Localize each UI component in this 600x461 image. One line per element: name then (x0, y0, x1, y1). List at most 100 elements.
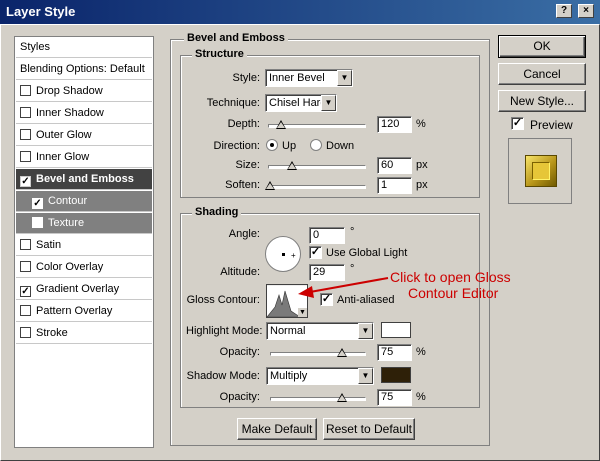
preview-swatch-inner (532, 162, 550, 180)
shadow-opacity-thumb[interactable] (336, 393, 347, 402)
depth-slider-thumb[interactable] (275, 120, 286, 129)
ok-button[interactable]: OK (498, 35, 586, 58)
style-item-label: Stroke (36, 327, 68, 339)
checkbox[interactable] (20, 327, 31, 338)
make-default-button[interactable]: Make Default (237, 418, 317, 440)
highlight-opacity-label: Opacity: (219, 346, 260, 358)
soften-unit: px (416, 179, 428, 191)
style-item-inner-glow[interactable]: Inner Glow (16, 147, 152, 168)
size-slider-thumb[interactable] (287, 161, 298, 170)
window-title: Layer Style (6, 4, 76, 19)
depth-slider[interactable] (268, 120, 366, 129)
style-item-label: Outer Glow (36, 129, 92, 141)
style-select[interactable]: Inner Bevel ▼ (265, 69, 353, 87)
checkbox[interactable] (20, 151, 31, 162)
shadow-mode-select[interactable]: Multiply ▼ (266, 367, 374, 385)
checkbox[interactable] (20, 305, 31, 316)
crosshair-icon: + (291, 251, 296, 260)
size-slider[interactable] (268, 161, 366, 170)
new-style-button[interactable]: New Style... (498, 90, 586, 112)
direction-down-label: Down (326, 140, 355, 152)
style-item-label: Pattern Overlay (36, 305, 113, 317)
style-item-outer-glow[interactable]: Outer Glow (16, 125, 152, 146)
style-item-pattern-overlay[interactable]: Pattern Overlay (16, 301, 152, 322)
direction-up-radio[interactable] (266, 139, 278, 151)
style-item-contour[interactable]: ✓ Contour (16, 191, 152, 212)
global-light-checkbox[interactable]: ✓ (309, 246, 322, 259)
shadow-opacity-input[interactable]: 75 (377, 389, 412, 406)
style-item-color-overlay[interactable]: Color Overlay (16, 257, 152, 278)
size-input[interactable]: 60 (377, 157, 412, 174)
soften-slider-thumb[interactable] (264, 181, 275, 190)
size-unit: px (416, 159, 428, 171)
checkbox[interactable]: ✓ (20, 176, 31, 187)
style-item-label: Drop Shadow (36, 85, 103, 97)
highlight-opacity-input[interactable]: 75 (377, 344, 412, 361)
checkbox[interactable] (20, 239, 31, 250)
style-item-texture[interactable]: Texture (16, 213, 152, 234)
shadow-opacity-unit: % (416, 391, 426, 403)
style-item-stroke[interactable]: Stroke (16, 323, 152, 344)
soften-slider[interactable] (264, 181, 366, 190)
checkbox[interactable]: ✓ (32, 198, 43, 209)
style-item-satin[interactable]: Satin (16, 235, 152, 256)
angle-input[interactable]: 0 (309, 227, 345, 244)
direction-down-radio[interactable] (310, 139, 322, 151)
annotation-line2: Contour Editor (408, 285, 499, 301)
technique-select-value: Chisel Hard (269, 97, 327, 109)
style-item-label: Gradient Overlay (36, 283, 120, 295)
highlight-opacity-thumb[interactable] (336, 348, 347, 357)
style-select-value: Inner Bevel (269, 72, 325, 84)
angle-dial-center (282, 253, 285, 256)
depth-unit: % (416, 118, 426, 130)
direction-up-label: Up (282, 140, 297, 152)
style-item-drop-shadow[interactable]: Drop Shadow (16, 81, 152, 102)
highlight-color-swatch[interactable] (381, 322, 411, 338)
shadow-mode-value: Multiply (270, 370, 308, 382)
style-item-label: Satin (36, 239, 62, 251)
chevron-down-icon: ▼ (321, 95, 336, 111)
style-item-label: Inner Glow (36, 151, 90, 163)
annotation-line1: Click to open Gloss (390, 269, 511, 285)
highlight-mode-value: Normal (270, 325, 306, 337)
cancel-button[interactable]: Cancel (498, 63, 586, 85)
highlight-mode-label: Highlight Mode: (186, 325, 263, 337)
technique-label: Technique: (206, 97, 260, 109)
style-item-gradient-overlay[interactable]: ✓ Gradient Overlay (16, 279, 152, 300)
title-bar: Layer Style ? × (0, 0, 600, 24)
highlight-mode-select[interactable]: Normal ▼ (266, 322, 374, 340)
preview-label: Preview (530, 118, 573, 132)
checkbox[interactable] (20, 107, 31, 118)
structure-title: Structure (192, 48, 247, 60)
technique-select[interactable]: Chisel Hard ▼ (265, 94, 337, 112)
shadow-color-swatch[interactable] (381, 367, 411, 383)
highlight-opacity-slider[interactable] (270, 348, 366, 357)
checkbox[interactable] (20, 261, 31, 272)
style-item-bevel-emboss[interactable]: ✓ Bevel and Emboss (16, 169, 152, 190)
preview-checkbox[interactable]: ✓ (511, 117, 524, 130)
checkbox[interactable]: ✓ (20, 286, 31, 297)
soften-input[interactable]: 1 (377, 177, 412, 194)
help-button[interactable]: ? (556, 4, 572, 18)
reset-default-button[interactable]: Reset to Default (323, 418, 415, 440)
close-button[interactable]: × (578, 4, 594, 18)
style-item-inner-shadow[interactable]: Inner Shadow (16, 103, 152, 124)
shadow-mode-label: Shadow Mode: (186, 370, 260, 382)
size-label: Size: (235, 159, 260, 171)
checkbox[interactable] (32, 217, 43, 228)
checkbox[interactable] (20, 129, 31, 140)
altitude-label: Altitude: (220, 266, 260, 278)
styles-list: Styles Blending Options: Default Drop Sh… (14, 36, 154, 448)
style-label: Style: (232, 72, 260, 84)
blending-options-item[interactable]: Blending Options: Default (16, 59, 152, 80)
chevron-down-icon[interactable]: ▼ (298, 308, 307, 317)
annotation-arrow (298, 277, 389, 298)
angle-dial[interactable]: + (265, 236, 301, 272)
depth-input[interactable]: 120 (377, 116, 412, 133)
styles-header[interactable]: Styles (16, 37, 152, 58)
shadow-opacity-label: Opacity: (219, 391, 260, 403)
shadow-opacity-slider[interactable] (270, 393, 366, 402)
checkbox[interactable] (20, 85, 31, 96)
highlight-opacity-unit: % (416, 346, 426, 358)
global-light-label: Use Global Light (326, 247, 408, 259)
